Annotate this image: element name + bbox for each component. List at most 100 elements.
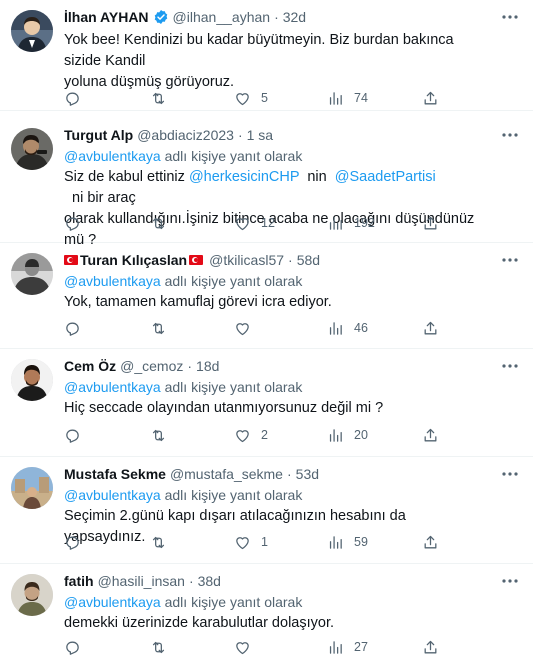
retweet-icon bbox=[152, 322, 165, 334]
user-handle[interactable]: @tkilicasl57 bbox=[209, 250, 284, 270]
like-count: 1 bbox=[261, 535, 268, 549]
replying-to: @avbulentkaya adlı kişiye yanıt olarak bbox=[64, 146, 489, 166]
more-icon[interactable] bbox=[501, 465, 519, 483]
retweet-button[interactable] bbox=[150, 636, 177, 658]
timestamp[interactable]: 32d bbox=[283, 7, 306, 27]
more-icon[interactable] bbox=[501, 251, 519, 269]
views-button[interactable]: 74 bbox=[327, 87, 368, 109]
share-button[interactable] bbox=[422, 317, 439, 339]
views-icon bbox=[329, 428, 342, 442]
replying-mention[interactable]: @avbulentkaya bbox=[64, 487, 161, 503]
reply-button[interactable] bbox=[64, 531, 91, 553]
reply-button[interactable] bbox=[64, 636, 91, 658]
share-button[interactable] bbox=[422, 531, 439, 553]
tweet-content: İlhan AYHAN @ilhan__ayhan · 32d Yok bee!… bbox=[64, 7, 489, 93]
verified-badge-icon bbox=[154, 10, 167, 24]
avatar[interactable] bbox=[11, 467, 53, 509]
share-icon bbox=[424, 321, 437, 334]
replying-to: @avbulentkaya adlı kişiye yanıt olarak bbox=[64, 377, 489, 397]
retweet-icon bbox=[152, 92, 165, 104]
retweet-button[interactable] bbox=[150, 212, 177, 234]
more-icon[interactable] bbox=[501, 126, 519, 144]
like-button[interactable]: 1 bbox=[234, 531, 268, 553]
reply-button[interactable] bbox=[64, 317, 91, 339]
mention-link[interactable]: @SaadetPartisi bbox=[335, 169, 436, 185]
views-button[interactable]: 192 bbox=[327, 212, 375, 234]
separator-dot: · bbox=[188, 573, 194, 589]
separator-dot: · bbox=[274, 9, 279, 25]
user-handle[interactable]: @hasili_insan bbox=[98, 571, 185, 591]
timestamp[interactable]: 53d bbox=[296, 464, 319, 484]
replying-mention[interactable]: @avbulentkaya bbox=[64, 379, 161, 395]
views-button[interactable]: 46 bbox=[327, 317, 368, 339]
share-button[interactable] bbox=[422, 424, 439, 446]
reply-icon bbox=[66, 429, 79, 443]
more-icon[interactable] bbox=[501, 572, 519, 590]
retweet-button[interactable] bbox=[150, 424, 177, 446]
avatar[interactable] bbox=[11, 253, 53, 295]
like-button[interactable]: 2 bbox=[234, 424, 268, 446]
retweet-button[interactable] bbox=[150, 531, 177, 553]
replying-label: adlı kişiye yanıt olarak bbox=[160, 273, 303, 289]
view-count: 74 bbox=[354, 91, 368, 105]
avatar[interactable] bbox=[11, 359, 53, 401]
display-name[interactable]: Turgut Alp bbox=[64, 125, 133, 145]
share-button[interactable] bbox=[422, 212, 439, 234]
reply-tweet[interactable]: Turgut Alp @abdiaciz2023 · 1 sa @avbulen… bbox=[0, 118, 533, 248]
retweet-button[interactable] bbox=[150, 87, 177, 109]
replying-label: adlı kişiye yanıt olarak bbox=[160, 487, 303, 503]
timestamp[interactable]: 58d bbox=[297, 250, 320, 270]
reply-button[interactable] bbox=[64, 424, 91, 446]
like-count: 12 bbox=[261, 216, 275, 230]
user-handle[interactable]: @mustafa_sekme bbox=[170, 464, 283, 484]
avatar[interactable] bbox=[11, 574, 53, 616]
tweet-text: Yok, tamamen kamuflaj görevi icra ediyor… bbox=[64, 292, 489, 313]
separator-dot: · bbox=[288, 252, 293, 268]
display-name[interactable]: Turan Kılıçaslan bbox=[80, 250, 187, 270]
like-button[interactable] bbox=[234, 636, 261, 658]
like-button[interactable]: 12 bbox=[234, 212, 275, 234]
replying-mention[interactable]: @avbulentkaya bbox=[64, 594, 161, 610]
more-icon[interactable] bbox=[501, 8, 519, 26]
share-button[interactable] bbox=[422, 636, 439, 658]
avatar[interactable] bbox=[11, 128, 53, 170]
timestamp[interactable]: 18d bbox=[196, 356, 219, 376]
user-handle[interactable]: @ilhan__ayhan bbox=[173, 7, 271, 27]
user-handle[interactable]: @_cemoz bbox=[120, 356, 183, 376]
heart-icon bbox=[236, 322, 249, 335]
display-name[interactable]: fatih bbox=[64, 571, 94, 591]
more-icon[interactable] bbox=[501, 357, 519, 375]
views-icon bbox=[329, 640, 342, 654]
reply-tweet[interactable]: İlhan AYHAN @ilhan__ayhan · 32d Yok bee!… bbox=[0, 0, 533, 111]
replying-mention[interactable]: @avbulentkaya bbox=[64, 273, 161, 289]
share-icon bbox=[424, 535, 437, 548]
like-button[interactable] bbox=[234, 317, 261, 339]
timestamp[interactable]: 38d bbox=[198, 571, 221, 591]
display-name[interactable]: İlhan AYHAN bbox=[64, 7, 149, 27]
reply-tweet[interactable]: Turan Kılıçaslan @tkilicasl57 · 58d @avb… bbox=[0, 243, 533, 349]
views-button[interactable]: 59 bbox=[327, 531, 368, 553]
reply-icon bbox=[66, 92, 79, 106]
reply-button[interactable] bbox=[64, 87, 91, 109]
display-name[interactable]: Mustafa Sekme bbox=[64, 464, 166, 484]
reply-tweet[interactable]: Mustafa Sekme @mustafa_sekme · 53d @avbu… bbox=[0, 457, 533, 564]
reply-button[interactable] bbox=[64, 212, 91, 234]
replying-mention[interactable]: @avbulentkaya bbox=[64, 148, 161, 164]
display-name[interactable]: Cem Öz bbox=[64, 356, 116, 376]
tweet-header: Cem Öz @_cemoz · 18d bbox=[64, 356, 489, 376]
retweet-button[interactable] bbox=[150, 317, 177, 339]
user-handle[interactable]: @abdiaciz2023 bbox=[137, 125, 234, 145]
tweet-text-line: Siz de kabul ettiniz @herkesicinCHP nin … bbox=[64, 167, 489, 209]
like-button[interactable]: 5 bbox=[234, 87, 268, 109]
mention-link[interactable]: @herkesicinCHP bbox=[189, 169, 299, 185]
tweet-text: Yok bee! Kendinizi bu kadar büyütmeyin. … bbox=[64, 30, 489, 93]
timestamp[interactable]: 1 sa bbox=[247, 125, 273, 145]
reply-tweet[interactable]: Cem Öz @_cemoz · 18d @avbulentkaya adlı … bbox=[0, 349, 533, 457]
share-button[interactable] bbox=[422, 87, 439, 109]
views-button[interactable]: 20 bbox=[327, 424, 368, 446]
views-button[interactable]: 27 bbox=[327, 636, 368, 658]
reply-icon bbox=[66, 217, 79, 231]
like-count: 5 bbox=[261, 91, 268, 105]
avatar[interactable] bbox=[11, 10, 53, 52]
reply-tweet[interactable]: fatih @hasili_insan · 38d @avbulentkaya … bbox=[0, 564, 533, 663]
